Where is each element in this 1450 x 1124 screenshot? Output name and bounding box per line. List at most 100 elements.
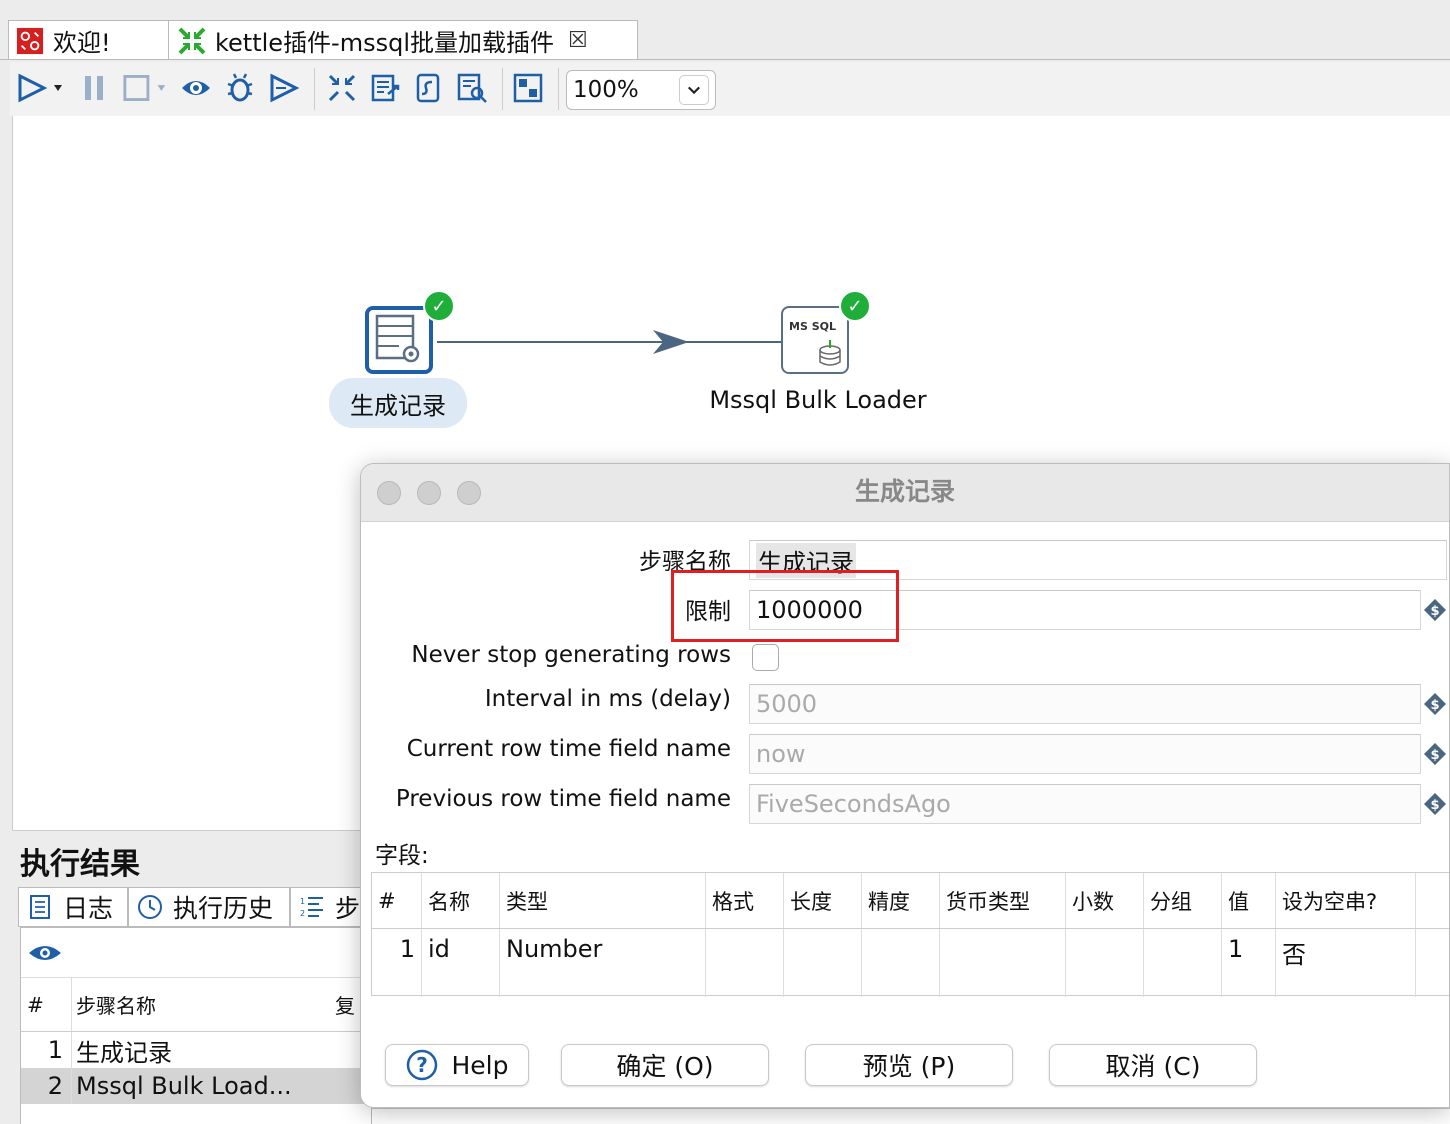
table-row[interactable]: 1 id Number 1 否 <box>372 929 1449 997</box>
column-header: 小数 <box>1066 873 1144 928</box>
column-header: # <box>372 873 422 928</box>
svg-text:$: $ <box>1430 698 1439 713</box>
dialog-title: 生成记录 <box>854 477 955 506</box>
previous-row-value: FiveSecondsAgo <box>756 790 951 818</box>
column-header: 名称 <box>422 873 500 928</box>
results-title: 执行结果 <box>20 847 140 882</box>
variable-icon[interactable]: $ <box>1423 692 1447 716</box>
help-button[interactable]: ? Help <box>385 1044 529 1086</box>
run-icon[interactable] <box>14 70 66 106</box>
tab-log-label: 日志 <box>63 894 114 923</box>
dialog-titlebar: 生成记录 <box>361 464 1449 522</box>
pause-icon[interactable] <box>76 70 112 106</box>
tab-history-label: 执行历史 <box>173 894 274 923</box>
generate-rows-step-icon[interactable] <box>365 306 433 374</box>
table-cell[interactable] <box>940 929 1066 997</box>
table-cell[interactable] <box>706 929 784 997</box>
results-toolbar <box>21 928 371 978</box>
chevron-down-icon[interactable] <box>679 75 709 105</box>
column-header: 精度 <box>862 873 940 928</box>
column-header: 货币类型 <box>940 873 1066 928</box>
verify-icon[interactable] <box>324 70 360 106</box>
spoon-icon <box>15 26 45 56</box>
zoom-value: 100% <box>573 77 639 103</box>
step-label-mssql-bulk-loader[interactable]: Mssql Bulk Loader <box>703 386 933 414</box>
interval-input[interactable]: 5000 <box>749 684 1421 724</box>
step-label-generate-rows[interactable]: 生成记录 <box>329 378 467 428</box>
tab-history[interactable]: 执行历史 <box>128 887 290 927</box>
impact-icon[interactable] <box>368 70 404 106</box>
variable-icon[interactable]: $ <box>1423 742 1447 766</box>
debug-icon[interactable] <box>222 70 258 106</box>
explore-db-icon[interactable] <box>454 70 490 106</box>
tab-log[interactable]: 日志 <box>18 887 128 927</box>
sql-icon[interactable] <box>410 70 446 106</box>
replay-icon[interactable] <box>266 70 302 106</box>
ok-button[interactable]: 确定 (O) <box>561 1044 769 1086</box>
preview-button[interactable]: 预览 (P) <box>805 1044 1013 1086</box>
fields-label: 字段: <box>375 843 429 869</box>
svg-text:$: $ <box>1430 748 1439 763</box>
row-step-name: Mssql Bulk Load... <box>71 1068 299 1104</box>
column-header-copy: 复 <box>335 994 355 1018</box>
table-cell[interactable] <box>784 929 862 997</box>
table-cell[interactable]: id <box>422 929 500 997</box>
snap-grid-icon[interactable] <box>510 70 546 106</box>
preview-icon[interactable] <box>178 70 214 106</box>
tab-step-metrics-label: 步 <box>335 894 361 923</box>
variable-icon[interactable]: $ <box>1423 598 1447 622</box>
table-cell[interactable] <box>1066 929 1144 997</box>
table-cell[interactable]: 否 <box>1276 929 1416 997</box>
generate-rows-dialog: 生成记录 步骤名称 生成记录 限制 1000000 $ Never stop g… <box>360 463 1450 1108</box>
step-ok-icon: ✓ <box>839 290 871 322</box>
mssql-icon-text: MS SQL <box>789 320 836 333</box>
row-step-name: 生成记录 <box>71 1032 299 1068</box>
tab-transformation-label: kettle插件-mssql批量加载插件 <box>215 29 555 57</box>
table-cell[interactable]: 1 <box>1222 929 1276 997</box>
toolbar-separator <box>502 68 503 110</box>
row-num: 1 <box>47 1036 63 1064</box>
svg-text:2: 2 <box>300 909 305 918</box>
step-metrics-table: # 步骤名称 复 1 生成记录 2 Mssql Bulk Load... <box>20 927 372 1124</box>
mssql-bulk-loader-step-icon[interactable]: MS SQL <box>781 306 849 374</box>
tab-transformation[interactable]: kettle插件-mssql批量加载插件 ☒ <box>168 20 638 60</box>
column-header: 设为空串? <box>1276 873 1416 928</box>
transformation-toolbar: 100% <box>10 62 1450 116</box>
svg-text:?: ? <box>416 1053 428 1077</box>
row-num: 2 <box>47 1072 63 1100</box>
cancel-button-label: 取消 (C) <box>1105 1052 1201 1081</box>
column-header-step-name: 步骤名称 <box>71 978 299 1031</box>
column-header: 值 <box>1222 873 1276 928</box>
toolbar-separator <box>558 68 559 110</box>
cancel-button[interactable]: 取消 (C) <box>1049 1044 1257 1086</box>
fields-table: # 名称 类型 格式 长度 精度 货币类型 小数 分组 值 设为空串? 1 id… <box>371 872 1449 997</box>
close-tab-icon[interactable]: ☒ <box>568 28 588 53</box>
preview-icon[interactable] <box>27 941 63 965</box>
table-header: # 名称 类型 格式 长度 精度 货币类型 小数 分组 值 设为空串? <box>372 873 1449 929</box>
current-row-label: Current row time field name <box>406 736 731 762</box>
toolbar-separator <box>314 68 315 110</box>
table-row[interactable]: 1 生成记录 <box>21 1032 371 1068</box>
never-stop-checkbox[interactable] <box>752 644 779 671</box>
current-row-input[interactable]: now <box>749 734 1421 774</box>
tab-welcome-label: 欢迎! <box>53 29 111 57</box>
column-header: 分组 <box>1144 873 1222 928</box>
transformation-icon <box>177 26 207 56</box>
table-cell: 1 <box>372 929 422 997</box>
table-row[interactable]: 2 Mssql Bulk Load... <box>21 1068 371 1104</box>
spoon-window: 欢迎! kettle插件-mssql批量加载插件 ☒ 100% ✓ 生成记录 M… <box>0 0 1450 1124</box>
table-cell[interactable] <box>1144 929 1222 997</box>
table-cell[interactable]: Number <box>500 929 706 997</box>
svg-text:$: $ <box>1430 798 1439 813</box>
variable-icon[interactable]: $ <box>1423 792 1447 816</box>
interval-value: 5000 <box>756 690 818 718</box>
tab-welcome[interactable]: 欢迎! <box>8 20 170 60</box>
stop-icon[interactable] <box>118 70 174 106</box>
preview-button-label: 预览 (P) <box>862 1052 956 1081</box>
column-header-num: # <box>27 992 44 1017</box>
svg-text:$: $ <box>1430 604 1439 619</box>
table-cell[interactable] <box>862 929 940 997</box>
previous-row-input[interactable]: FiveSecondsAgo <box>749 784 1421 824</box>
column-header: 格式 <box>706 873 784 928</box>
zoom-select[interactable]: 100% <box>566 70 716 110</box>
